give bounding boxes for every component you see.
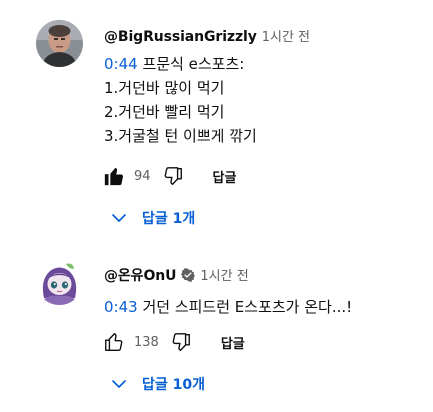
- like-icon: [105, 333, 123, 351]
- dislike-button[interactable]: [161, 164, 185, 188]
- replies-label: 답글 1개: [142, 211, 196, 227]
- comment-actions: 138 답글: [102, 330, 245, 354]
- comment-line-1: 프문식 e스포츠:: [142, 55, 245, 73]
- chevron-down-icon: [110, 374, 130, 394]
- dislike-icon: [164, 167, 182, 185]
- comment-line-2: 1.거던바 많이 먹기: [104, 79, 225, 97]
- author-name[interactable]: @온유OnU: [104, 265, 177, 285]
- like-icon: [104, 167, 124, 186]
- avatar[interactable]: [36, 20, 83, 67]
- comment-text: 0:43 거던 스피드런 E스포츠가 온다...!: [104, 295, 352, 319]
- chevron-down-icon: [110, 208, 130, 228]
- reply-button[interactable]: 답글: [221, 333, 245, 352]
- like-count: 138: [134, 334, 159, 350]
- comment-text: 0:44 프문식 e스포츠: 1.거던바 많이 먹기 2.거던바 빨리 먹기 3…: [104, 52, 257, 148]
- avatar-photo: [36, 20, 83, 67]
- reply-button[interactable]: 답글: [213, 167, 237, 186]
- like-count: 94: [134, 168, 151, 184]
- comment-line-3: 2.거던바 빨리 먹기: [104, 103, 225, 121]
- verified-check-icon: [181, 267, 196, 286]
- author-name[interactable]: @BigRussianGrizzly: [104, 29, 257, 45]
- like-button[interactable]: [102, 330, 126, 354]
- like-button[interactable]: [102, 164, 126, 188]
- comment-line-1: 거던 스피드런 E스포츠가 온다...!: [142, 298, 353, 316]
- comment-line-4: 3.거굴철 턴 이쁘게 깎기: [104, 127, 257, 145]
- dislike-button[interactable]: [169, 330, 193, 354]
- avatar-character-art: [36, 258, 83, 305]
- avatar[interactable]: [36, 258, 83, 305]
- comment-actions: 94 답글: [102, 164, 236, 188]
- replies-label: 답글 10개: [142, 377, 205, 393]
- comment-header: @온유OnU 1시간 전: [104, 265, 249, 285]
- comment-time[interactable]: 1시간 전: [262, 26, 310, 45]
- timestamp-link[interactable]: 0:43: [104, 298, 138, 316]
- comment-header: @BigRussianGrizzly 1시간 전: [104, 26, 310, 45]
- comment-time[interactable]: 1시간 전: [200, 265, 248, 284]
- timestamp-link[interactable]: 0:44: [104, 55, 138, 73]
- show-replies-button[interactable]: 답글 1개: [110, 208, 195, 228]
- dislike-icon: [172, 333, 190, 351]
- show-replies-button[interactable]: 답글 10개: [110, 374, 205, 394]
